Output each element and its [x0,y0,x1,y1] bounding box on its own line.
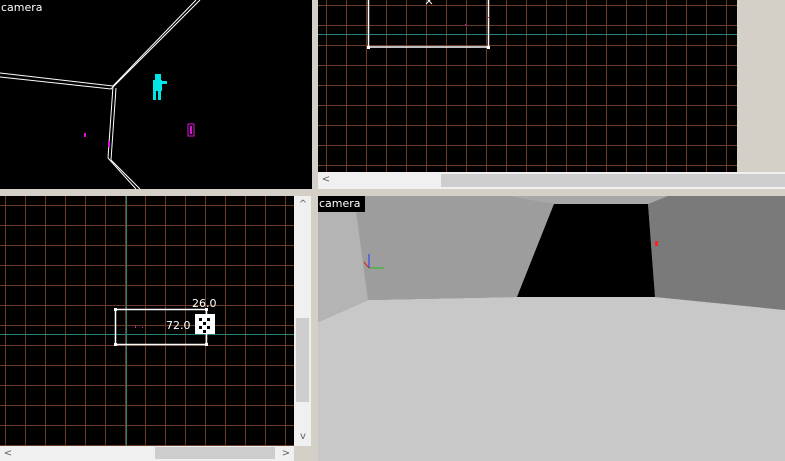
handle-cell [203,322,206,325]
entity-dot [465,24,466,25]
wireframe-scene [0,0,201,189]
shaded-scene [318,196,785,461]
handle-cell [199,326,202,329]
floor [318,297,785,461]
brush-vertex [205,343,208,346]
viewport-label: camera [0,0,47,16]
entity-dot [488,17,489,18]
scrollbar-thumb[interactable] [441,174,785,187]
entity-dot [135,326,136,328]
item-entity-small-2 [108,141,110,147]
marker-entity-icon [655,241,658,246]
scroll-up-button[interactable]: ^ [295,198,311,212]
horizontal-scrollbar[interactable]: < > [0,446,294,461]
viewport-grid-side[interactable]: 26.0 72.0 [0,196,294,446]
horizontal-scrollbar[interactable]: < [318,172,785,189]
grid-canvas [0,196,294,446]
brush-width-label: 72.0 [166,319,191,332]
item-entity-core [190,126,192,134]
scrollbar-thumb[interactable] [296,318,309,402]
scrollbar-thumb[interactable] [155,447,275,459]
brush-vertex [367,46,370,49]
handle-cell [207,318,210,321]
scroll-left-button[interactable]: < [0,447,16,461]
entity-dot [142,327,143,328]
handle-cell [203,330,206,333]
resize-handle-icon [195,314,215,334]
handle-cell [207,326,210,329]
right-wall [648,196,785,310]
player-entity-icon [153,74,167,100]
item-entity-small [84,133,86,137]
vertical-scrollbar[interactable]: ^ v [294,196,311,446]
scroll-down-button[interactable]: v [295,430,311,444]
grid-canvas [318,0,737,172]
viewport-label: camera [318,196,365,212]
brush-vertex [114,343,117,346]
handle-cell [199,318,202,321]
viewport-camera-wireframe[interactable]: camera [0,0,312,189]
viewport-grid-top[interactable] [318,0,737,172]
brush-vertex [114,308,117,311]
brush-outline [114,308,208,346]
brush-height-label: 26.0 [192,297,217,310]
scroll-left-button[interactable]: < [318,173,334,187]
viewport-camera-shaded[interactable]: camera [318,196,785,461]
brush-vertex [487,46,490,49]
room-wireframe [0,0,201,189]
scroll-right-button[interactable]: > [278,447,294,461]
